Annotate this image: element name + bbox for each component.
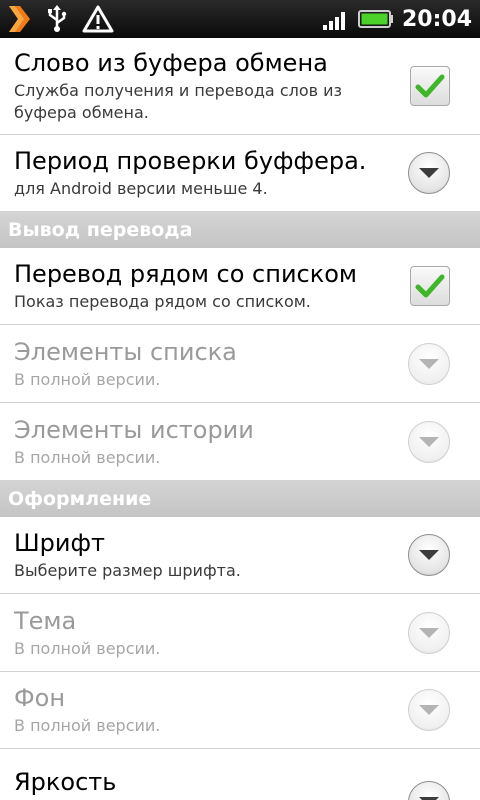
pref-summary: В полной версии. <box>14 638 161 658</box>
pref-theme: Тема В полной версии. <box>0 594 480 672</box>
check-period-dropdown[interactable] <box>408 152 450 194</box>
brightness-dropdown[interactable] <box>408 781 450 800</box>
clock: 20:04 <box>401 6 472 32</box>
pref-summary: Выберите размер шрифта. <box>14 561 241 580</box>
chevron-down-icon <box>419 168 439 178</box>
pref-list-elements: Элементы списка В полной версии. <box>0 325 480 403</box>
app-notification-icon[interactable] <box>6 4 32 34</box>
chevron-down-icon <box>419 550 439 560</box>
list-elements-dropdown <box>408 342 450 385</box>
pref-background: Фон В полной версии. <box>0 672 480 749</box>
pref-summary: В полной версии. <box>14 447 161 467</box>
chevron-down-icon <box>419 436 439 447</box>
chevron-down-icon <box>419 797 439 800</box>
warning-icon[interactable] <box>82 4 114 34</box>
pref-summary: Показ перевода рядом со списком. <box>14 292 311 311</box>
chevron-down-icon <box>419 358 439 369</box>
pref-summary: В полной версии. <box>14 716 161 735</box>
history-elements-dropdown <box>408 420 450 463</box>
translation-near-list-checkbox[interactable] <box>410 266 450 306</box>
background-dropdown <box>408 689 450 731</box>
settings-list[interactable]: Слово из буфера обмена Служба получения … <box>0 38 480 800</box>
pref-title: Элементы списка <box>14 337 237 366</box>
category-translation-output: Вывод перевода <box>0 212 480 248</box>
pref-history-elements: Элементы истории В полной версии. <box>0 403 480 481</box>
pref-summary: для Android версии меньше 4. <box>14 179 268 198</box>
checkmark-icon <box>415 74 445 98</box>
usb-icon[interactable] <box>46 4 68 34</box>
checkmark-icon <box>415 274 445 298</box>
pref-title: Элементы истории <box>14 415 254 444</box>
pref-font[interactable]: Шрифт Выберите размер шрифта. <box>0 517 480 594</box>
pref-summary: В полной версии. <box>14 369 161 389</box>
pref-translation-near-list[interactable]: Перевод рядом со списком Показ перевода … <box>0 248 480 325</box>
clipboard-word-checkbox[interactable] <box>410 66 450 106</box>
status-bar: 20:04 <box>0 0 480 38</box>
pref-summary: Служба получения и перевода слов из буфе… <box>14 81 343 122</box>
pref-title: Фон <box>14 684 66 712</box>
pref-title: Шрифт <box>14 529 105 557</box>
theme-dropdown <box>408 611 450 654</box>
chevron-down-icon <box>419 627 439 638</box>
pref-title: Перевод рядом со списком <box>14 260 358 288</box>
category-appearance: Оформление <box>0 481 480 517</box>
battery-icon <box>357 8 394 30</box>
pref-clipboard-word[interactable]: Слово из буфера обмена Служба получения … <box>0 38 480 135</box>
pref-title: Тема <box>14 606 77 635</box>
pref-title: Яркость <box>14 768 117 796</box>
pref-title: Период проверки буффера. <box>14 147 367 175</box>
chevron-down-icon <box>419 705 439 715</box>
signal-icon <box>322 7 350 31</box>
pref-check-period[interactable]: Период проверки буффера. для Android вер… <box>0 135 480 212</box>
font-dropdown[interactable] <box>408 534 450 576</box>
pref-title: Слово из буфера обмена <box>14 49 328 77</box>
pref-brightness[interactable]: Яркость <box>0 749 480 800</box>
